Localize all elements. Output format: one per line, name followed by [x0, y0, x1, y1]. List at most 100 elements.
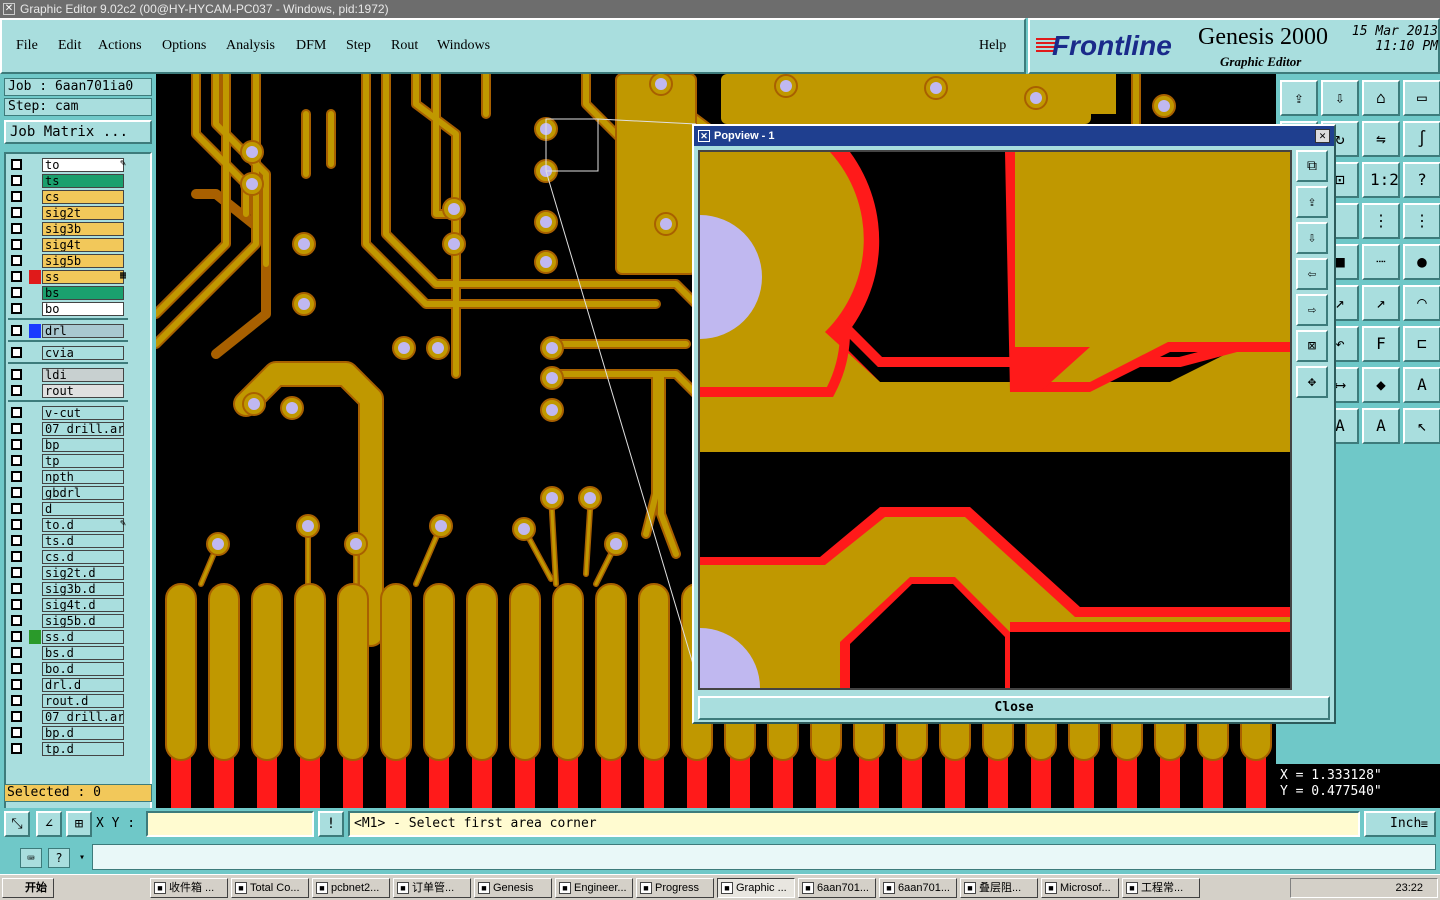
- start-button[interactable]: 开始: [2, 878, 54, 898]
- layer-name[interactable]: sig3b.d: [42, 582, 124, 596]
- layer-checkbox[interactable]: [11, 303, 22, 314]
- taskbar-task[interactable]: ■ 叠层阻...: [960, 878, 1038, 898]
- layer-row[interactable]: sig4t.d: [8, 598, 128, 612]
- popview-canvas[interactable]: [698, 150, 1292, 690]
- layer-checkbox[interactable]: [11, 207, 22, 218]
- layer-row[interactable]: to ✎: [8, 158, 128, 172]
- taskbar-task[interactable]: ■ Graphic ...: [717, 878, 795, 898]
- layer-row[interactable]: gbdrl: [8, 486, 128, 500]
- layer-row[interactable]: 07_drill.art: [8, 422, 128, 436]
- layer-name[interactable]: sig5b.d: [42, 614, 124, 628]
- layer-checkbox[interactable]: [11, 519, 22, 530]
- layer-name[interactable]: drl.d: [42, 678, 124, 692]
- layer-name[interactable]: to: [42, 158, 124, 172]
- layer-checkbox[interactable]: [11, 223, 22, 234]
- layer-name[interactable]: 07_drill.art: [42, 710, 124, 724]
- layer-checkbox[interactable]: [11, 287, 22, 298]
- layer-checkbox[interactable]: [11, 583, 22, 594]
- taskbar-task[interactable]: ■ 6aan701...: [879, 878, 957, 898]
- taskbar-task[interactable]: ■ 收件箱 ...: [150, 878, 228, 898]
- popview-close-button[interactable]: Close: [698, 696, 1330, 720]
- layer-name[interactable]: to.d: [42, 518, 124, 532]
- layer-checkbox[interactable]: [11, 663, 22, 674]
- layer-checkbox[interactable]: [11, 385, 22, 396]
- layer-row[interactable]: bo.d: [8, 662, 128, 676]
- layer-checkbox[interactable]: [11, 615, 22, 626]
- dot-icon[interactable]: ●: [1403, 244, 1440, 280]
- text-a-icon[interactable]: A: [1403, 367, 1440, 403]
- popview-titlebar[interactable]: ✕ Popview - 1: [694, 126, 1334, 146]
- layer-checkbox[interactable]: [11, 599, 22, 610]
- layer-checkbox[interactable]: [11, 239, 22, 250]
- shapes-icon[interactable]: ◆: [1362, 367, 1400, 403]
- layer-name[interactable]: sig4t: [42, 238, 124, 252]
- layer-checkbox[interactable]: [11, 743, 22, 754]
- taskbar-task[interactable]: ■ Progress: [636, 878, 714, 898]
- layer-checkbox[interactable]: [11, 711, 22, 722]
- layer-name[interactable]: ss.d: [42, 630, 124, 644]
- layer-row[interactable]: 07_drill.art: [8, 710, 128, 724]
- layer-name[interactable]: sig2t.d: [42, 566, 124, 580]
- layer-checkbox[interactable]: [11, 631, 22, 642]
- layer-name[interactable]: bo: [42, 302, 124, 316]
- layer-checkbox[interactable]: [11, 271, 22, 282]
- taskbar-task[interactable]: ■ Genesis: [474, 878, 552, 898]
- taskbar-task[interactable]: ■ pcbnet2...: [312, 878, 390, 898]
- layer-name[interactable]: sig3b: [42, 222, 124, 236]
- layer-row[interactable]: cs: [8, 190, 128, 204]
- mirror-icon[interactable]: ⇋: [1362, 121, 1400, 157]
- layer-name[interactable]: cs: [42, 190, 124, 204]
- layer-row[interactable]: bs: [8, 286, 128, 300]
- house-icon[interactable]: ⌂: [1362, 80, 1400, 116]
- menu-file[interactable]: File: [16, 38, 38, 54]
- popview-left-icon[interactable]: ⇦: [1296, 258, 1328, 290]
- layer-checkbox[interactable]: [11, 369, 22, 380]
- layer-name[interactable]: cs.d: [42, 550, 124, 564]
- taskbar-task[interactable]: ■ Engineer...: [555, 878, 633, 898]
- layer-name[interactable]: rout.d: [42, 694, 124, 708]
- taskbar-task[interactable]: ■ 6aan701...: [798, 878, 876, 898]
- layer-checkbox[interactable]: [11, 191, 22, 202]
- window-split-icon[interactable]: ▭: [1403, 80, 1440, 116]
- menu-edit[interactable]: Edit: [58, 38, 81, 54]
- layer-checkbox[interactable]: [11, 471, 22, 482]
- pad-icon[interactable]: ⊏: [1403, 326, 1440, 362]
- layer-name[interactable]: sig2t: [42, 206, 124, 220]
- layer-name[interactable]: npth: [42, 470, 124, 484]
- layer-row[interactable]: bp: [8, 438, 128, 452]
- layer-row[interactable]: sig2t: [8, 206, 128, 220]
- layer-checkbox[interactable]: [11, 325, 22, 336]
- layer-name[interactable]: ss: [42, 270, 124, 284]
- layer-checkbox[interactable]: [11, 175, 22, 186]
- layer-name[interactable]: drl: [42, 324, 124, 338]
- layer-row[interactable]: sig5b.d: [8, 614, 128, 628]
- chevron-down-icon[interactable]: ▾: [74, 848, 90, 868]
- menu-options[interactable]: Options: [162, 38, 206, 54]
- taskbar-task[interactable]: ■ Total Co...: [231, 878, 309, 898]
- layer-checkbox[interactable]: [11, 423, 22, 434]
- layer-row[interactable]: sig4t: [8, 238, 128, 252]
- layer-row[interactable]: bs.d: [8, 646, 128, 660]
- layer-name[interactable]: bp: [42, 438, 124, 452]
- layer-row[interactable]: npth: [8, 470, 128, 484]
- layer-name[interactable]: sig5b: [42, 254, 124, 268]
- menu-dfm[interactable]: DFM: [296, 38, 326, 54]
- taskbar-task[interactable]: ■ 订单管...: [393, 878, 471, 898]
- layer-checkbox[interactable]: [11, 347, 22, 358]
- home-up-icon[interactable]: ⇪: [1280, 80, 1318, 116]
- help-icon[interactable]: ?: [48, 848, 70, 868]
- layer-name[interactable]: tp: [42, 454, 124, 468]
- layer-row[interactable]: sig3b.d: [8, 582, 128, 596]
- layer-checkbox[interactable]: [11, 159, 22, 170]
- snake-icon[interactable]: ∫: [1403, 121, 1440, 157]
- ruler-icon[interactable]: ┈: [1362, 244, 1400, 280]
- layer-name[interactable]: cvia: [42, 346, 124, 360]
- layer-row[interactable]: bo: [8, 302, 128, 316]
- taskbar-task[interactable]: ■ 工程常...: [1122, 878, 1200, 898]
- unit-selector[interactable]: Inch ≡: [1364, 811, 1436, 837]
- popview-down-icon[interactable]: ⇩: [1296, 222, 1328, 254]
- menu-windows[interactable]: Windows: [437, 38, 490, 54]
- layer-name[interactable]: rout: [42, 384, 124, 398]
- measure-icon[interactable]: ∠: [36, 811, 62, 837]
- taskbar-task[interactable]: ■ Microsof...: [1041, 878, 1119, 898]
